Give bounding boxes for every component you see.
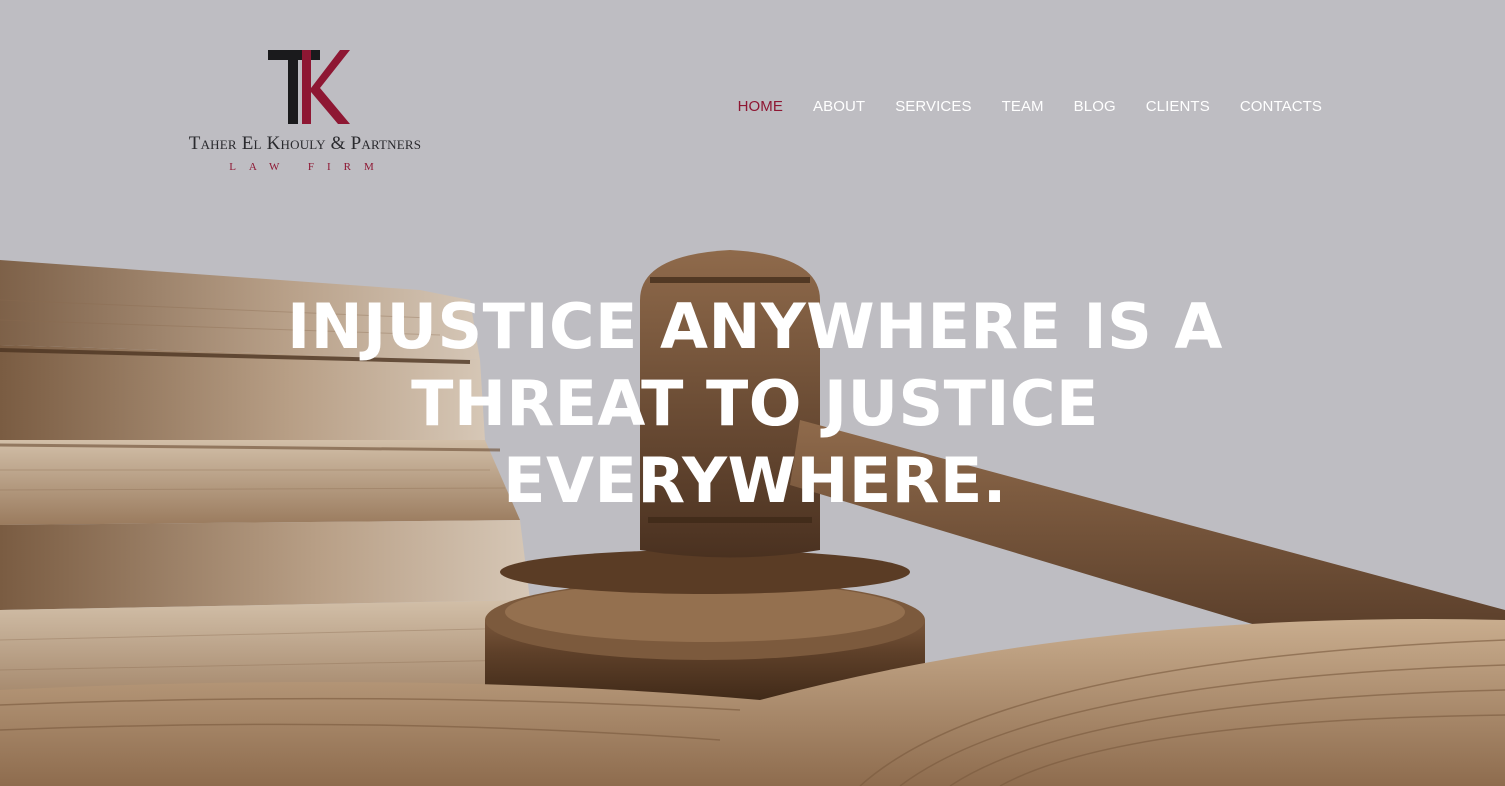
firm-subtitle: LAW FIRM: [229, 161, 387, 173]
nav-about[interactable]: ABOUT: [813, 98, 865, 115]
hero-headline: INJUSTICE ANYWHERE IS A THREAT TO JUSTIC…: [287, 290, 1223, 517]
nav-team[interactable]: TEAM: [1002, 98, 1044, 115]
nav-clients[interactable]: CLIENTS: [1146, 98, 1210, 115]
nav-contacts[interactable]: CONTACTS: [1240, 98, 1322, 115]
nav-blog[interactable]: BLOG: [1074, 98, 1116, 115]
nav-services[interactable]: SERVICES: [895, 98, 971, 115]
firm-logo[interactable]: Taher El Khouly & Partners LAW FIRM: [180, 44, 430, 179]
site-header: Taher El Khouly & Partners LAW FIRM HOME…: [0, 0, 1505, 200]
main-nav: HOME ABOUT SERVICES TEAM BLOG CLIENTS CO…: [738, 98, 1322, 115]
tk-monogram-icon: [268, 50, 350, 124]
page: Taher El Khouly & Partners LAW FIRM HOME…: [0, 0, 1505, 786]
firm-name: Taher El Khouly & Partners: [188, 133, 422, 154]
nav-home[interactable]: HOME: [738, 98, 783, 115]
